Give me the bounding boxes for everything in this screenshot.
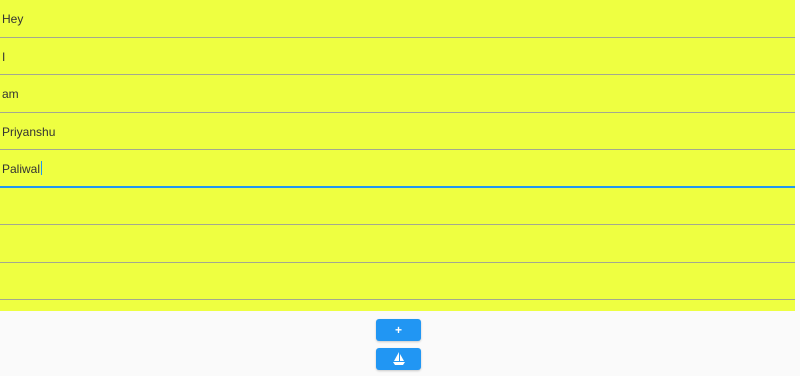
note-line-text: am [2, 87, 19, 102]
note-line-input[interactable] [0, 188, 795, 225]
note-line-input[interactable]: I [0, 38, 795, 75]
button-bar: + [0, 311, 800, 376]
note-line-input[interactable] [0, 225, 795, 263]
note-line-text: Hey [2, 12, 24, 27]
note-line-text: Paliwal [2, 161, 41, 176]
note-pad: Hey I am Priyanshu Paliwal [0, 0, 795, 311]
note-line-text: I [2, 49, 6, 64]
note-line-input[interactable]: Hey [0, 0, 795, 38]
sail-button[interactable] [376, 348, 421, 370]
note-line-text: Priyanshu [2, 124, 56, 139]
app-page: Hey I am Priyanshu Paliwal + [0, 0, 800, 376]
add-line-button[interactable]: + [376, 319, 421, 341]
sailboat-icon [391, 351, 407, 367]
note-line-input-focused[interactable]: Paliwal [0, 150, 795, 188]
note-line-input[interactable]: am [0, 75, 795, 113]
note-line-input[interactable]: Priyanshu [0, 113, 795, 150]
text-caret [41, 160, 43, 175]
add-button-label: + [394, 323, 402, 337]
note-line-input[interactable] [0, 300, 795, 311]
note-line-input[interactable] [0, 263, 795, 300]
